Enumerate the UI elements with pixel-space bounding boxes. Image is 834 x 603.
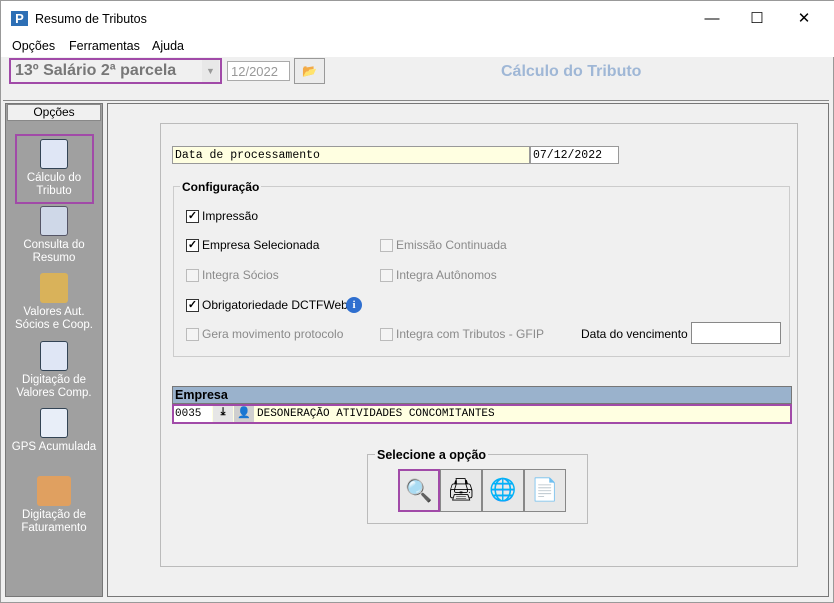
due-date-input[interactable] <box>691 322 781 344</box>
chevron-down-icon[interactable]: ▼ <box>202 60 219 82</box>
close-button[interactable]: ✕ <box>781 5 827 33</box>
checkbox-impressao[interactable]: ✓ Impressão <box>186 209 258 223</box>
window-title: Resumo de Tributos <box>35 12 147 26</box>
download-icon[interactable]: ⤓ <box>213 406 233 422</box>
export-web-button[interactable]: 🌐 <box>482 469 524 512</box>
folder-icon: 📂 <box>302 64 317 78</box>
computer-icon <box>40 206 68 236</box>
magnifier-icon: 🔍 <box>405 478 433 503</box>
company-name: DESONERAÇÃO ATIVIDADES CONCOMITANTES <box>257 408 495 420</box>
checkbox-emissao-continuada[interactable]: Emissão Continuada <box>380 238 507 252</box>
print-button[interactable]: 🖨 <box>440 469 482 512</box>
checkbox-empresa-selecionada[interactable]: ✓ Empresa Selecionada <box>186 238 319 252</box>
gps-doc-icon <box>40 408 68 438</box>
sidebar-item-consulta[interactable]: Consulta do Resumo <box>11 206 97 265</box>
app-logo-icon: P <box>11 11 28 26</box>
menu-ferramentas[interactable]: Ferramentas <box>69 39 140 53</box>
sidebar-header: Opções <box>7 104 101 121</box>
menu-ajuda[interactable]: Ajuda <box>152 39 184 53</box>
company-header: Empresa <box>172 386 792 404</box>
sidebar-item-faturamento[interactable]: Digitação de Faturamento <box>11 476 97 535</box>
laptop-icon <box>37 476 71 506</box>
checkbox-box <box>380 268 393 282</box>
info-icon[interactable]: i <box>346 297 362 313</box>
calculation-type-select[interactable]: 13º Salário 2ª parcela <box>9 58 222 84</box>
page-title: Cálculo do Tributo <box>501 63 642 80</box>
sidebar-item-valores-aut[interactable]: Valores Aut. Sócios e Coop. <box>11 273 97 332</box>
checkbox-integra-gfip[interactable]: Integra com Tributos - GFIP <box>380 327 544 341</box>
check-icon: ✓ <box>186 298 199 312</box>
processing-date-input[interactable]: 07/12/2022 <box>530 146 619 164</box>
checkbox-box <box>186 268 199 282</box>
printer-icon: 🖨 <box>447 477 475 502</box>
processing-date-label: Data de processamento <box>172 146 530 164</box>
select-option-title: Selecione a opção <box>375 448 489 462</box>
maximize-button[interactable]: ☐ <box>734 5 780 33</box>
open-folder-button[interactable]: 📂 <box>294 58 325 84</box>
checkbox-box <box>380 327 393 341</box>
sidebar-item-calculo[interactable]: Cálculo do Tributo <box>11 139 97 198</box>
config-title: Configuração <box>180 180 262 194</box>
checkbox-box <box>186 327 199 341</box>
company-search-icon[interactable]: 👤 <box>234 406 254 422</box>
calc-doc-icon <box>40 139 68 169</box>
period-input[interactable]: 12/2022 <box>227 61 290 81</box>
checkbox-integra-autonomos[interactable]: Integra Autônomos <box>380 268 497 282</box>
checkbox-integra-socios[interactable]: Integra Sócios <box>186 268 279 282</box>
sidebar-item-gps[interactable]: GPS Acumulada <box>11 408 97 454</box>
menu-opcoes[interactable]: Opções <box>12 39 55 53</box>
edit-doc-icon <box>40 341 68 371</box>
checkbox-gera-movimento[interactable]: Gera movimento protocolo <box>186 327 343 341</box>
export-text-button[interactable]: 📄 <box>524 469 566 512</box>
checkbox-dctfweb[interactable]: ✓ Obrigatoriedade DCTFWeb <box>186 298 348 312</box>
people-icon <box>40 273 68 303</box>
text-doc-icon: 📄 <box>531 477 559 502</box>
preview-button[interactable]: 🔍 <box>398 469 440 512</box>
globe-doc-icon: 🌐 <box>489 477 517 502</box>
sidebar-item-digitacao-valores[interactable]: Digitação de Valores Comp. <box>11 341 97 400</box>
checkbox-box <box>380 238 393 252</box>
minimize-button[interactable]: — <box>689 5 735 33</box>
check-icon: ✓ <box>186 238 199 252</box>
check-icon: ✓ <box>186 209 199 223</box>
company-code-input[interactable]: 0035 <box>174 406 212 422</box>
due-date-label: Data do vencimento <box>581 327 688 341</box>
